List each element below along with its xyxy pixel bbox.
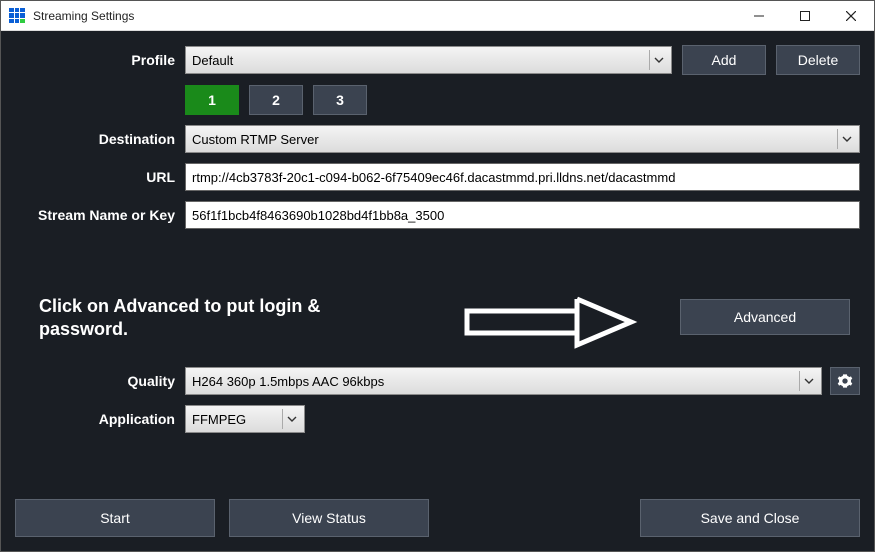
stream-key-row: Stream Name or Key 56f1f1bcb4f8463690b10… bbox=[15, 201, 860, 229]
application-select-value: FFMPEG bbox=[192, 412, 246, 427]
chevron-down-icon bbox=[837, 129, 855, 149]
close-icon bbox=[846, 11, 856, 21]
stream-key-input-value: 56f1f1bcb4f8463690b1028bd4f1bb8a_3500 bbox=[192, 208, 444, 223]
start-button[interactable]: Start bbox=[15, 499, 215, 537]
advanced-button[interactable]: Advanced bbox=[680, 299, 850, 335]
quality-select-value: H264 360p 1.5mbps AAC 96kbps bbox=[192, 374, 384, 389]
bottom-bar: Start View Status Save and Close bbox=[15, 499, 860, 537]
save-close-button-label: Save and Close bbox=[701, 510, 800, 526]
minimize-icon bbox=[754, 11, 764, 21]
quality-label: Quality bbox=[15, 373, 185, 389]
view-status-button[interactable]: View Status bbox=[229, 499, 429, 537]
tab-3-label: 3 bbox=[336, 92, 344, 108]
arrow-annotation-icon bbox=[461, 293, 641, 353]
maximize-button[interactable] bbox=[782, 1, 828, 30]
tab-1-label: 1 bbox=[208, 92, 216, 108]
client-area: Profile Default Add Delete 1 2 3 bbox=[1, 31, 874, 551]
app-logo-icon bbox=[9, 8, 25, 24]
application-label: Application bbox=[15, 411, 185, 427]
url-input[interactable]: rtmp://4cb3783f-20c1-c094-b062-6f75409ec… bbox=[185, 163, 860, 191]
stream-key-input[interactable]: 56f1f1bcb4f8463690b1028bd4f1bb8a_3500 bbox=[185, 201, 860, 229]
view-status-button-label: View Status bbox=[292, 510, 366, 526]
delete-button-label: Delete bbox=[798, 52, 838, 68]
chevron-down-icon bbox=[282, 409, 300, 429]
destination-select-value: Custom RTMP Server bbox=[192, 132, 319, 147]
destination-label: Destination bbox=[15, 131, 185, 147]
destination-select[interactable]: Custom RTMP Server bbox=[185, 125, 860, 153]
application-select[interactable]: FFMPEG bbox=[185, 405, 305, 433]
chevron-down-icon bbox=[649, 50, 667, 70]
destination-row: Destination Custom RTMP Server bbox=[15, 125, 860, 153]
application-row: Application FFMPEG bbox=[15, 405, 860, 433]
profile-row: Profile Default Add Delete bbox=[15, 45, 860, 75]
save-and-close-button[interactable]: Save and Close bbox=[640, 499, 860, 537]
quality-select[interactable]: H264 360p 1.5mbps AAC 96kbps bbox=[185, 367, 822, 395]
streaming-settings-window: Streaming Settings Profile Default bbox=[0, 0, 875, 552]
quality-row: Quality H264 360p 1.5mbps AAC 96kbps bbox=[15, 367, 860, 395]
window-title: Streaming Settings bbox=[33, 9, 736, 23]
stream-key-label: Stream Name or Key bbox=[15, 207, 185, 223]
titlebar: Streaming Settings bbox=[1, 1, 874, 31]
quality-settings-button[interactable] bbox=[830, 367, 860, 395]
window-controls bbox=[736, 1, 874, 30]
url-label: URL bbox=[15, 169, 185, 185]
add-button-label: Add bbox=[712, 52, 737, 68]
add-profile-button[interactable]: Add bbox=[682, 45, 766, 75]
delete-profile-button[interactable]: Delete bbox=[776, 45, 860, 75]
page-tabs: 1 2 3 bbox=[185, 85, 367, 115]
minimize-button[interactable] bbox=[736, 1, 782, 30]
tabs-row: 1 2 3 bbox=[15, 85, 860, 115]
advanced-button-label: Advanced bbox=[734, 309, 796, 325]
maximize-icon bbox=[800, 11, 810, 21]
gear-icon bbox=[837, 373, 853, 389]
chevron-down-icon bbox=[799, 371, 817, 391]
close-button[interactable] bbox=[828, 1, 874, 30]
tab-3[interactable]: 3 bbox=[313, 85, 367, 115]
url-input-value: rtmp://4cb3783f-20c1-c094-b062-6f75409ec… bbox=[192, 170, 675, 185]
tab-2[interactable]: 2 bbox=[249, 85, 303, 115]
profile-label: Profile bbox=[15, 52, 185, 68]
start-button-label: Start bbox=[100, 510, 130, 526]
url-row: URL rtmp://4cb3783f-20c1-c094-b062-6f754… bbox=[15, 163, 860, 191]
tab-1[interactable]: 1 bbox=[185, 85, 239, 115]
instruction-text: Click on Advanced to put login & passwor… bbox=[39, 295, 349, 342]
tab-2-label: 2 bbox=[272, 92, 280, 108]
profile-select-value: Default bbox=[192, 53, 233, 68]
profile-select[interactable]: Default bbox=[185, 46, 672, 74]
